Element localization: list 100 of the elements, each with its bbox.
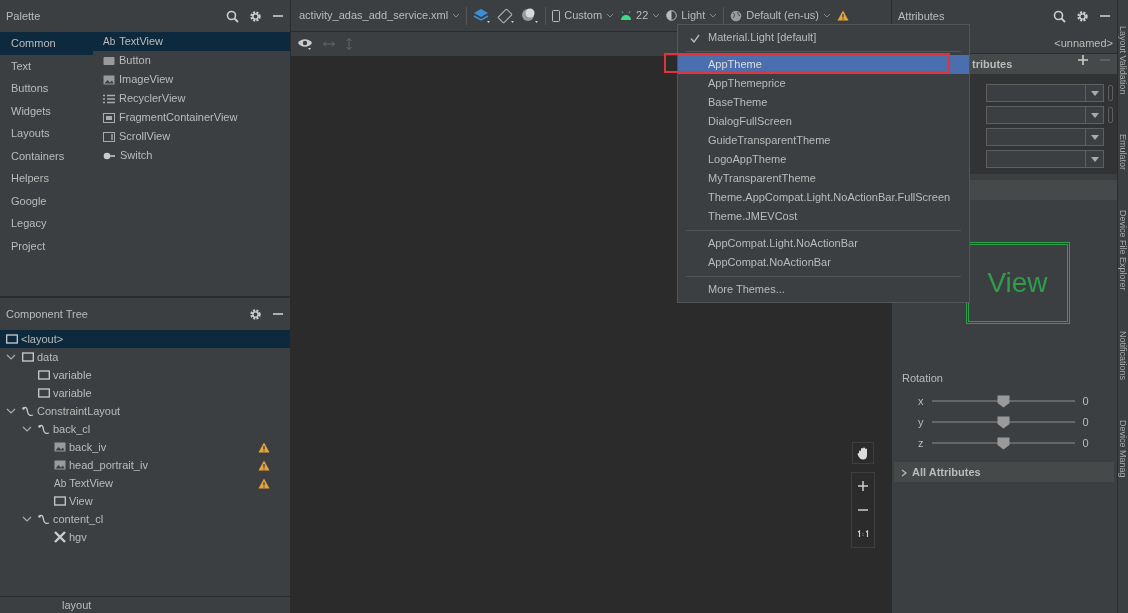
palette-category[interactable]: Google bbox=[0, 189, 93, 212]
dropdown-field[interactable] bbox=[986, 128, 1104, 146]
dropdown-field[interactable] bbox=[986, 150, 1104, 168]
tree-item[interactable]: back_cl bbox=[0, 420, 290, 438]
chevron-down-icon[interactable] bbox=[606, 12, 615, 19]
palette-item[interactable]: ImageView bbox=[93, 70, 290, 89]
settings-icon[interactable] bbox=[249, 9, 262, 23]
constraint-icon bbox=[22, 405, 34, 417]
dropdown-arrow-icon bbox=[1090, 112, 1099, 118]
slider-thumb[interactable] bbox=[997, 436, 1010, 450]
tools-icon bbox=[54, 531, 66, 543]
palette-item[interactable]: Button bbox=[93, 51, 290, 70]
slider-thumb[interactable] bbox=[997, 394, 1010, 408]
slider-thumb[interactable] bbox=[997, 415, 1010, 429]
settings-icon[interactable] bbox=[1076, 9, 1089, 23]
toggle[interactable] bbox=[1108, 107, 1113, 123]
palette-category[interactable]: Text bbox=[0, 54, 93, 77]
switch-icon bbox=[103, 151, 116, 160]
chevron-down-icon[interactable] bbox=[822, 12, 831, 19]
dropdown-arrow-icon bbox=[1090, 90, 1099, 96]
menu-item[interactable]: AppTheme bbox=[678, 55, 969, 74]
android-icon bbox=[620, 11, 633, 20]
palette-category[interactable]: Legacy bbox=[0, 212, 93, 235]
side-tab[interactable]: Device Manag bbox=[1118, 419, 1128, 478]
palette-category[interactable]: Project bbox=[0, 234, 93, 257]
tree-item[interactable]: data bbox=[0, 348, 290, 366]
tree-item[interactable]: back_iv bbox=[0, 438, 290, 456]
palette-item[interactable]: ScrollView bbox=[93, 127, 290, 146]
palette-category[interactable]: Widgets bbox=[0, 99, 93, 122]
palette-item[interactable]: Switch bbox=[93, 146, 290, 165]
dropdown-field[interactable] bbox=[986, 84, 1104, 102]
menu-item[interactable]: DialogFullScreen bbox=[678, 112, 969, 131]
layers-icon[interactable] bbox=[473, 7, 492, 24]
api-dropdown[interactable]: 22 bbox=[620, 7, 661, 24]
side-tab[interactable]: Notifications bbox=[1118, 330, 1128, 380]
tree-item[interactable]: variable bbox=[0, 366, 290, 384]
add-icon[interactable] bbox=[1077, 54, 1089, 66]
menu-item[interactable]: Material.Light [default] bbox=[678, 28, 969, 47]
search-icon[interactable] bbox=[1053, 9, 1066, 23]
component-name: <unnamed> bbox=[1054, 37, 1113, 49]
tree-item[interactable]: <layout> bbox=[0, 330, 290, 348]
toggle[interactable] bbox=[1108, 85, 1113, 101]
view-icon bbox=[54, 496, 66, 506]
rotate-icon[interactable] bbox=[497, 7, 516, 24]
palette-category[interactable]: Helpers bbox=[0, 167, 93, 190]
tree-item[interactable]: View bbox=[0, 492, 290, 510]
tree-item[interactable]: content_cl bbox=[0, 510, 290, 528]
chevron-down-icon[interactable] bbox=[22, 425, 32, 433]
axis-label: x bbox=[918, 393, 924, 409]
menu-item[interactable]: AppThemeprice bbox=[678, 74, 969, 93]
menu-item[interactable]: GuideTransparentTheme bbox=[678, 131, 969, 150]
panel-title: Palette bbox=[6, 8, 42, 24]
constraint-icon bbox=[38, 423, 50, 435]
menu-item[interactable]: LogoAppTheme bbox=[678, 150, 969, 169]
panel-title: Component Tree bbox=[6, 306, 89, 322]
check-icon bbox=[690, 33, 700, 43]
dropdown-field[interactable] bbox=[986, 106, 1104, 124]
phone-icon bbox=[552, 9, 561, 22]
search-icon[interactable] bbox=[226, 9, 239, 23]
palette-item[interactable]: Ab TextView bbox=[93, 32, 290, 51]
palette-item[interactable]: RecyclerView bbox=[93, 89, 290, 108]
device-dropdown[interactable]: Custom bbox=[552, 7, 615, 24]
file-dropdown[interactable]: activity_adas_add_service.xml bbox=[299, 7, 461, 24]
locale-dropdown[interactable]: Default (en-us) bbox=[730, 7, 831, 24]
view-icon bbox=[38, 370, 50, 380]
chevron-down-icon[interactable] bbox=[452, 12, 461, 19]
palette-item[interactable]: FragmentContainerView bbox=[93, 108, 290, 127]
slider-value: 0 bbox=[1082, 435, 1089, 451]
side-tab[interactable]: Layout Validation bbox=[1118, 26, 1128, 95]
tree-item[interactable]: hgv bbox=[0, 528, 290, 546]
side-tab[interactable]: Device File Explorer bbox=[1118, 210, 1128, 291]
axis-label: z bbox=[918, 435, 924, 451]
hand-icon bbox=[857, 446, 869, 460]
pan-button[interactable] bbox=[852, 442, 874, 464]
menu-item[interactable]: BaseTheme bbox=[678, 93, 969, 112]
theme-dropdown[interactable]: Light bbox=[666, 7, 718, 24]
button-icon bbox=[103, 55, 115, 66]
tree-item[interactable]: head_portrait_iv bbox=[0, 456, 290, 474]
menu-item[interactable]: Theme.JMEVCost bbox=[678, 207, 969, 226]
settings-icon[interactable] bbox=[249, 307, 262, 321]
menu-item[interactable]: MyTransparentTheme bbox=[678, 169, 969, 188]
menu-item[interactable]: Theme.AppCompat.Light.NoActionBar.FullScreen bbox=[678, 188, 969, 207]
tree-item[interactable]: ConstraintLayout bbox=[0, 402, 290, 420]
tree-item[interactable]: variable bbox=[0, 384, 290, 402]
chevron-down-icon[interactable] bbox=[22, 515, 32, 523]
globe-icon bbox=[730, 9, 743, 22]
tree-item[interactable]: Ab TextView bbox=[0, 474, 290, 492]
side-tab[interactable]: Emulator bbox=[1118, 134, 1128, 171]
night-mode-icon[interactable] bbox=[521, 7, 540, 24]
chevron-down-icon[interactable] bbox=[652, 12, 661, 19]
eye-icon[interactable] bbox=[297, 37, 313, 51]
chevron-down-icon[interactable] bbox=[6, 353, 16, 361]
palette-category[interactable]: Buttons bbox=[0, 77, 93, 100]
chevron-down-icon[interactable] bbox=[6, 407, 16, 415]
palette-category[interactable]: Common bbox=[0, 32, 93, 55]
palette-category[interactable]: Containers bbox=[0, 144, 93, 167]
theme-icon bbox=[666, 10, 678, 21]
section-header[interactable]: All Attributes bbox=[894, 461, 1114, 482]
chevron-down-icon[interactable] bbox=[709, 12, 718, 19]
palette-category[interactable]: Layouts bbox=[0, 122, 93, 145]
